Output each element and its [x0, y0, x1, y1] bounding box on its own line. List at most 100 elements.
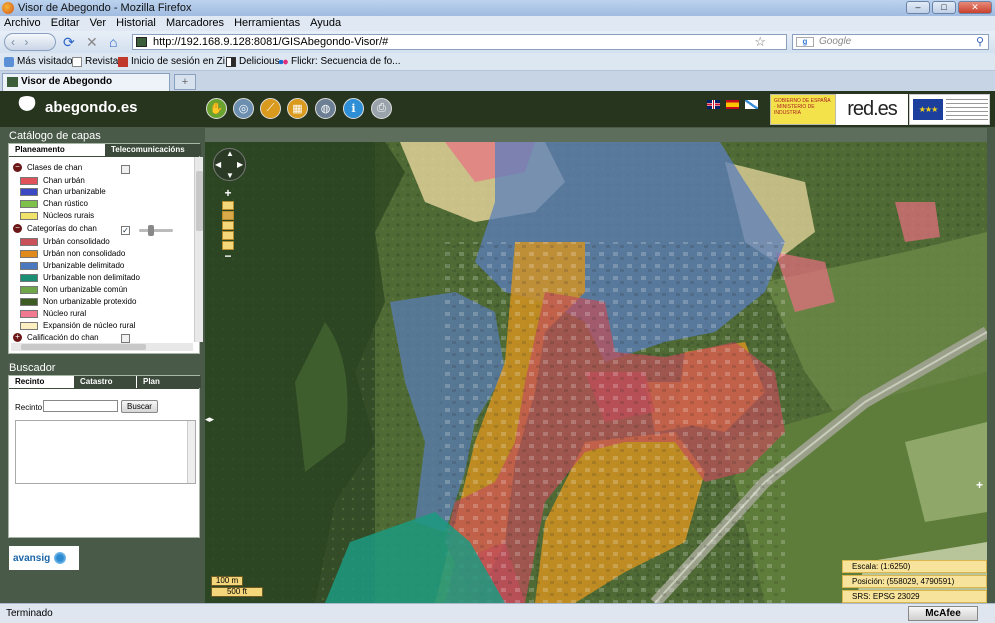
layer-group-categorias[interactable]: − Categorías do chan: [13, 224, 97, 233]
maximize-button[interactable]: □: [932, 1, 956, 14]
area-icon: ▦: [292, 103, 303, 115]
menu-archivo[interactable]: Archivo: [4, 17, 41, 29]
url-bar[interactable]: http://192.168.9.128:8081/GISAbegondo-Vi…: [132, 34, 787, 50]
pan-down-icon[interactable]: ▼: [226, 171, 234, 180]
eu-text-lines: [946, 99, 988, 121]
legend-item: Chan rústico: [20, 199, 88, 209]
bookmark-revistas[interactable]: Revistas: [72, 53, 123, 71]
bookmark-flickr[interactable]: Flickr: Secuencia de fo...: [278, 53, 401, 71]
search-results-box[interactable]: [15, 420, 196, 484]
mcafee-button[interactable]: McAfee: [908, 606, 978, 621]
status-bar: Terminado McAfee: [0, 603, 995, 623]
catalog-vertical-scrollbar[interactable]: [194, 157, 203, 342]
minimize-button[interactable]: –: [906, 1, 930, 14]
back-forward-button[interactable]: ‹ ›: [4, 33, 56, 51]
info-tool[interactable]: i: [343, 98, 364, 119]
map-expand-icon[interactable]: +: [976, 479, 986, 491]
catalog-horizontal-scrollbar[interactable]: [11, 343, 193, 351]
tab-visor-abegondo[interactable]: Visor de Abegondo: [2, 73, 170, 91]
collapse-icon[interactable]: +: [13, 333, 22, 342]
menu-ver[interactable]: Ver: [90, 17, 107, 29]
panel-collapse-toggle[interactable]: ◂▸: [205, 414, 214, 425]
google-icon[interactable]: g: [796, 37, 814, 47]
legend-swatch: [20, 238, 38, 246]
measure-area-tool[interactable]: ▦: [287, 98, 308, 119]
zoom-step[interactable]: [222, 201, 234, 210]
legend-swatch: [20, 188, 38, 196]
bookmark-zimbra[interactable]: Inicio de sesión en Zi...: [118, 53, 233, 71]
reload-icon[interactable]: ⟳: [63, 34, 75, 50]
avansig-logo[interactable]: avansig: [9, 546, 79, 570]
avansig-star-icon: [53, 551, 68, 565]
aerial-map-svg: [205, 142, 987, 603]
tab-plan[interactable]: Plan: [137, 376, 201, 388]
galician-flag-icon[interactable]: [745, 100, 758, 109]
stop-icon[interactable]: ✕: [86, 34, 98, 50]
opacity-slider-track[interactable]: [139, 229, 173, 232]
bookmark-delicious[interactable]: Delicious: [226, 53, 280, 71]
tab-recinto[interactable]: Recinto: [9, 376, 73, 388]
print-tool[interactable]: ⎙: [371, 98, 392, 119]
legend-label: Urbán consolidado: [43, 237, 110, 246]
collapse-icon[interactable]: −: [13, 224, 22, 233]
scroll-thumb[interactable]: [196, 171, 203, 231]
pan-right-icon[interactable]: ▶: [237, 160, 243, 169]
group-label: Calificación do chan: [27, 333, 99, 342]
layer-group-clases[interactable]: − Clases de chan: [13, 163, 82, 172]
zoom-bar[interactable]: + −: [221, 186, 235, 263]
search-engine-box[interactable]: g Google ⚲: [792, 34, 989, 50]
zoom-step[interactable]: [222, 221, 234, 230]
legend-item: Chan urbán: [20, 176, 85, 186]
zoom-out-button[interactable]: −: [221, 249, 235, 263]
pan-hand-tool[interactable]: ✋: [206, 98, 227, 119]
info-icon: i: [351, 102, 356, 115]
opacity-slider-handle[interactable]: [148, 225, 154, 236]
app-logo[interactable]: abegondo.es: [14, 96, 138, 118]
menu-herramientas[interactable]: Herramientas: [234, 17, 300, 29]
eu-logo: ★★★: [909, 94, 990, 125]
layer-group-calificacion[interactable]: + Calificación do chan: [13, 333, 99, 342]
collapse-icon[interactable]: −: [13, 163, 22, 172]
zoom-step[interactable]: [222, 231, 234, 240]
pan-control[interactable]: ▲ ▼ ◀ ▶: [213, 148, 246, 181]
pan-up-icon[interactable]: ▲: [226, 149, 234, 158]
recinto-input[interactable]: [43, 400, 118, 412]
scroll-thumb[interactable]: [21, 344, 146, 350]
menu-ayuda[interactable]: Ayuda: [310, 17, 341, 29]
gobierno-text: GOBIERNO DE ESPAÑA · MINISTERIO DE INDUS…: [774, 98, 831, 116]
tab-catastro[interactable]: Catastro: [74, 376, 136, 388]
menu-marcadores[interactable]: Marcadores: [166, 17, 224, 29]
measure-line-tool[interactable]: ⟋: [260, 98, 281, 119]
bookmark-mas-visitados[interactable]: Más visitados: [4, 53, 78, 71]
tab-strip: Visor de Abegondo +: [0, 71, 995, 91]
url-text: http://192.168.9.128:8081/GISAbegondo-Vi…: [153, 36, 389, 48]
delicious-icon: [226, 57, 236, 67]
menu-historial[interactable]: Historial: [116, 17, 156, 29]
calificacion-checkbox[interactable]: [121, 334, 130, 343]
home-icon[interactable]: ⌂: [109, 34, 117, 50]
tab-telecomunicacions[interactable]: Telecomunicacións: [105, 144, 201, 156]
zoom-step-current[interactable]: [222, 211, 234, 220]
english-flag-icon[interactable]: [707, 100, 720, 109]
results-scrollbar[interactable]: [187, 421, 195, 483]
bookmark-star-icon[interactable]: ☆: [754, 35, 766, 49]
categorias-checkbox[interactable]: ✓: [121, 226, 130, 235]
globe-tool[interactable]: ◍: [315, 98, 336, 119]
menu-editar[interactable]: Editar: [51, 17, 80, 29]
search-icon[interactable]: ⚲: [976, 35, 984, 49]
overview-tool[interactable]: ◎: [233, 98, 254, 119]
tab-planeamento[interactable]: Planeamento: [9, 144, 104, 156]
map-canvas[interactable]: [205, 142, 987, 603]
legend-swatch: [20, 286, 38, 294]
close-button[interactable]: ✕: [958, 1, 992, 14]
pan-left-icon[interactable]: ◀: [215, 160, 221, 169]
scale-imperial: 500 ft: [211, 587, 263, 597]
zoom-in-button[interactable]: +: [221, 186, 235, 200]
window-titlebar: Visor de Abegondo - Mozilla Firefox – □ …: [0, 0, 995, 16]
ruler-icon: ⟋: [266, 102, 275, 114]
new-tab-button[interactable]: +: [174, 74, 196, 90]
clases-checkbox[interactable]: [121, 165, 130, 174]
status-text: Terminado: [6, 608, 53, 619]
buscar-button[interactable]: Buscar: [121, 400, 158, 413]
spanish-flag-icon[interactable]: [726, 100, 739, 109]
